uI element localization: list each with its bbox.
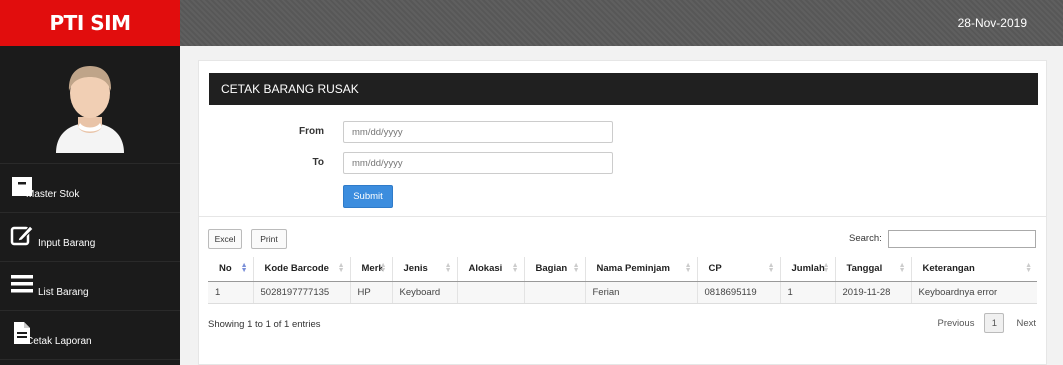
- from-date-input[interactable]: [343, 121, 613, 143]
- sidebar-item-label: List Barang: [38, 287, 89, 298]
- next-page-link[interactable]: Next: [1016, 318, 1036, 329]
- column-header-tanggal[interactable]: Tanggal ▲ ▼: [834, 257, 911, 282]
- top-bar: 28-Nov-2019: [180, 0, 1063, 46]
- main-content: CETAK BARANG RUSAK From To Submit Excel …: [198, 60, 1047, 365]
- edit-icon: [10, 225, 34, 246]
- sort-icon: ▲ ▼: [337, 262, 345, 274]
- column-header-jenis[interactable]: Jenis ▲ ▼: [391, 257, 457, 282]
- column-header-nama-peminjam[interactable]: Nama Peminjam ▲ ▼: [584, 257, 697, 282]
- page-1-button[interactable]: 1: [984, 313, 1005, 333]
- current-date: 28-Nov-2019: [957, 16, 1027, 30]
- sidebar-item-label: Master Stok: [26, 189, 80, 200]
- from-row: From: [199, 121, 1046, 145]
- column-header-merk[interactable]: Merk ▲ ▼: [349, 257, 392, 282]
- app-brand[interactable]: PTI SIM: [0, 0, 180, 46]
- table-row: 1 5028197777135 HP Keyboard Ferian 08186…: [208, 281, 1037, 304]
- table-cell: Keyboard: [391, 281, 457, 304]
- table-cell: Keyboardnya error: [910, 281, 1037, 304]
- table-cell: [523, 281, 585, 304]
- sidebar-item-label: Cetak Laporan: [26, 336, 92, 347]
- column-header-kode-barcode[interactable]: Kode Barcode ▲ ▼: [252, 257, 350, 282]
- column-header-jumlah[interactable]: Jumlah ▲ ▼: [779, 257, 835, 282]
- table-cell: Ferian: [584, 281, 697, 304]
- previous-page-link[interactable]: Previous: [937, 318, 974, 329]
- to-row: To: [199, 152, 1046, 176]
- column-header-bagian[interactable]: Bagian ▲ ▼: [523, 257, 585, 282]
- search-input[interactable]: [888, 230, 1036, 248]
- sidebar-item-master-stok[interactable]: Master Stok: [0, 164, 180, 213]
- sort-icon: ▲ ▼: [511, 262, 519, 274]
- sidebar-item-input-barang[interactable]: Input Barang: [0, 213, 180, 262]
- list-icon: [11, 275, 33, 293]
- table-cell: [456, 281, 524, 304]
- table-cell: 5028197777135: [252, 281, 350, 304]
- sort-icon: ▲ ▼: [1025, 262, 1032, 274]
- sort-asc-icon: ▲ ▼: [240, 262, 248, 274]
- sort-icon: ▲ ▼: [379, 262, 387, 274]
- table-cell: 2019-11-28: [834, 281, 911, 304]
- pagination: Previous 1 Next: [937, 313, 1036, 333]
- table-cell: 0818695119: [696, 281, 780, 304]
- form-title: CETAK BARANG RUSAK: [209, 73, 1038, 105]
- table-panel: Excel Print Search: No ▲ ▼ Kode Barcode ▲ ▼ …: [199, 216, 1046, 346]
- sidebar: Master Stok Input Barang List Barang Cet…: [0, 46, 180, 365]
- excel-button[interactable]: Excel: [208, 229, 242, 249]
- to-label: To: [312, 157, 324, 168]
- column-header-no[interactable]: No ▲ ▼: [208, 257, 253, 282]
- print-button[interactable]: Print: [251, 229, 287, 249]
- sort-icon: ▲ ▼: [444, 262, 452, 274]
- data-table: No ▲ ▼ Kode Barcode ▲ ▼ Merk ▲ ▼ Jenis ▲ ▼ Aloka…: [208, 257, 1037, 304]
- table-cell: HP: [349, 281, 392, 304]
- search-label: Search:: [849, 233, 882, 244]
- sort-icon: ▲ ▼: [898, 262, 906, 274]
- to-date-input[interactable]: [343, 152, 613, 174]
- sidebar-item-label: Input Barang: [38, 238, 96, 249]
- column-header-alokasi[interactable]: Alokasi ▲ ▼: [456, 257, 524, 282]
- column-header-keterangan[interactable]: Keterangan ▲ ▼: [910, 257, 1037, 282]
- sidebar-item-cetak-laporan[interactable]: Cetak Laporan: [0, 311, 180, 360]
- sort-icon: ▲ ▼: [684, 262, 692, 274]
- sort-icon: ▲ ▼: [572, 262, 580, 274]
- table-cell: 1: [208, 281, 253, 304]
- sort-icon: ▲ ▼: [822, 262, 830, 274]
- sort-icon: ▲ ▼: [767, 262, 775, 274]
- user-profile: [0, 46, 180, 164]
- table-header-row: No ▲ ▼ Kode Barcode ▲ ▼ Merk ▲ ▼ Jenis ▲ ▼ Aloka…: [208, 257, 1037, 282]
- sidebar-item-list-barang[interactable]: List Barang: [0, 262, 180, 311]
- from-label: From: [299, 126, 324, 137]
- avatar: [56, 65, 124, 153]
- column-header-cp[interactable]: CP ▲ ▼: [696, 257, 780, 282]
- table-info: Showing 1 to 1 of 1 entries: [208, 319, 321, 330]
- submit-button[interactable]: Submit: [343, 185, 393, 208]
- table-cell: 1: [779, 281, 835, 304]
